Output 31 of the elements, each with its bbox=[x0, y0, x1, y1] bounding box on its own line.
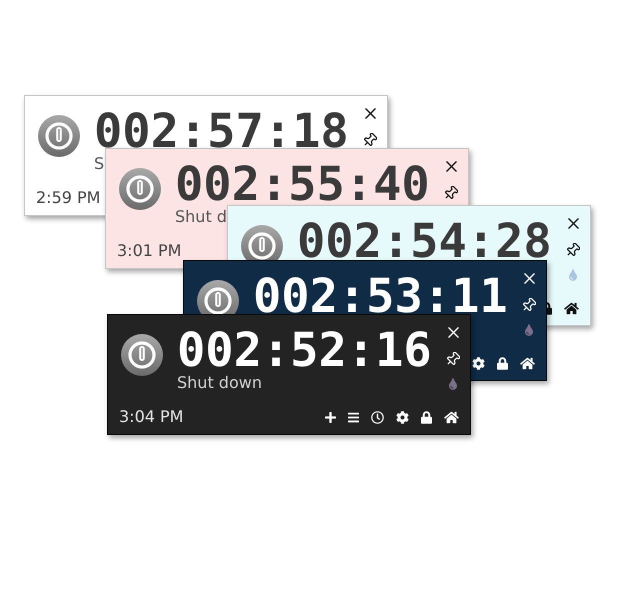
countdown-time: 002:55:40 bbox=[175, 161, 430, 208]
plus-icon[interactable] bbox=[325, 410, 336, 424]
close-icon[interactable] bbox=[364, 108, 376, 118]
countdown-time: 002:53:11 bbox=[253, 273, 508, 320]
lock-icon[interactable] bbox=[547, 302, 552, 314]
close-icon[interactable] bbox=[568, 218, 578, 228]
clock-time: 3:04 PM bbox=[119, 407, 184, 427]
action-label: S bbox=[94, 154, 104, 174]
drop-icon[interactable] bbox=[449, 378, 457, 390]
list-icon[interactable] bbox=[348, 410, 359, 424]
power-icon[interactable] bbox=[121, 334, 163, 376]
home-icon[interactable] bbox=[520, 356, 535, 370]
countdown-time: 002:52:16 bbox=[177, 327, 432, 374]
clock-icon[interactable] bbox=[371, 410, 384, 424]
clock-time: 2:59 PM bbox=[36, 188, 100, 208]
lock-icon[interactable] bbox=[421, 410, 432, 424]
action-label: Shut down bbox=[177, 373, 262, 393]
action-label: Shut d bbox=[175, 207, 227, 227]
gear-icon[interactable] bbox=[396, 410, 409, 424]
pin-icon[interactable] bbox=[364, 132, 376, 146]
drop-icon[interactable] bbox=[525, 324, 533, 336]
home-icon[interactable] bbox=[564, 302, 579, 314]
home-icon[interactable] bbox=[444, 410, 459, 424]
close-icon[interactable] bbox=[446, 160, 456, 172]
pin-icon[interactable] bbox=[444, 186, 458, 198]
clock-time: 3:01 PM bbox=[117, 241, 182, 261]
countdown-time: 002:57:18 bbox=[94, 108, 349, 155]
pin-icon[interactable] bbox=[566, 242, 580, 256]
lock-icon[interactable] bbox=[497, 356, 508, 370]
countdown-time: 002:54:28 bbox=[297, 218, 552, 265]
gear-icon[interactable] bbox=[472, 356, 485, 370]
